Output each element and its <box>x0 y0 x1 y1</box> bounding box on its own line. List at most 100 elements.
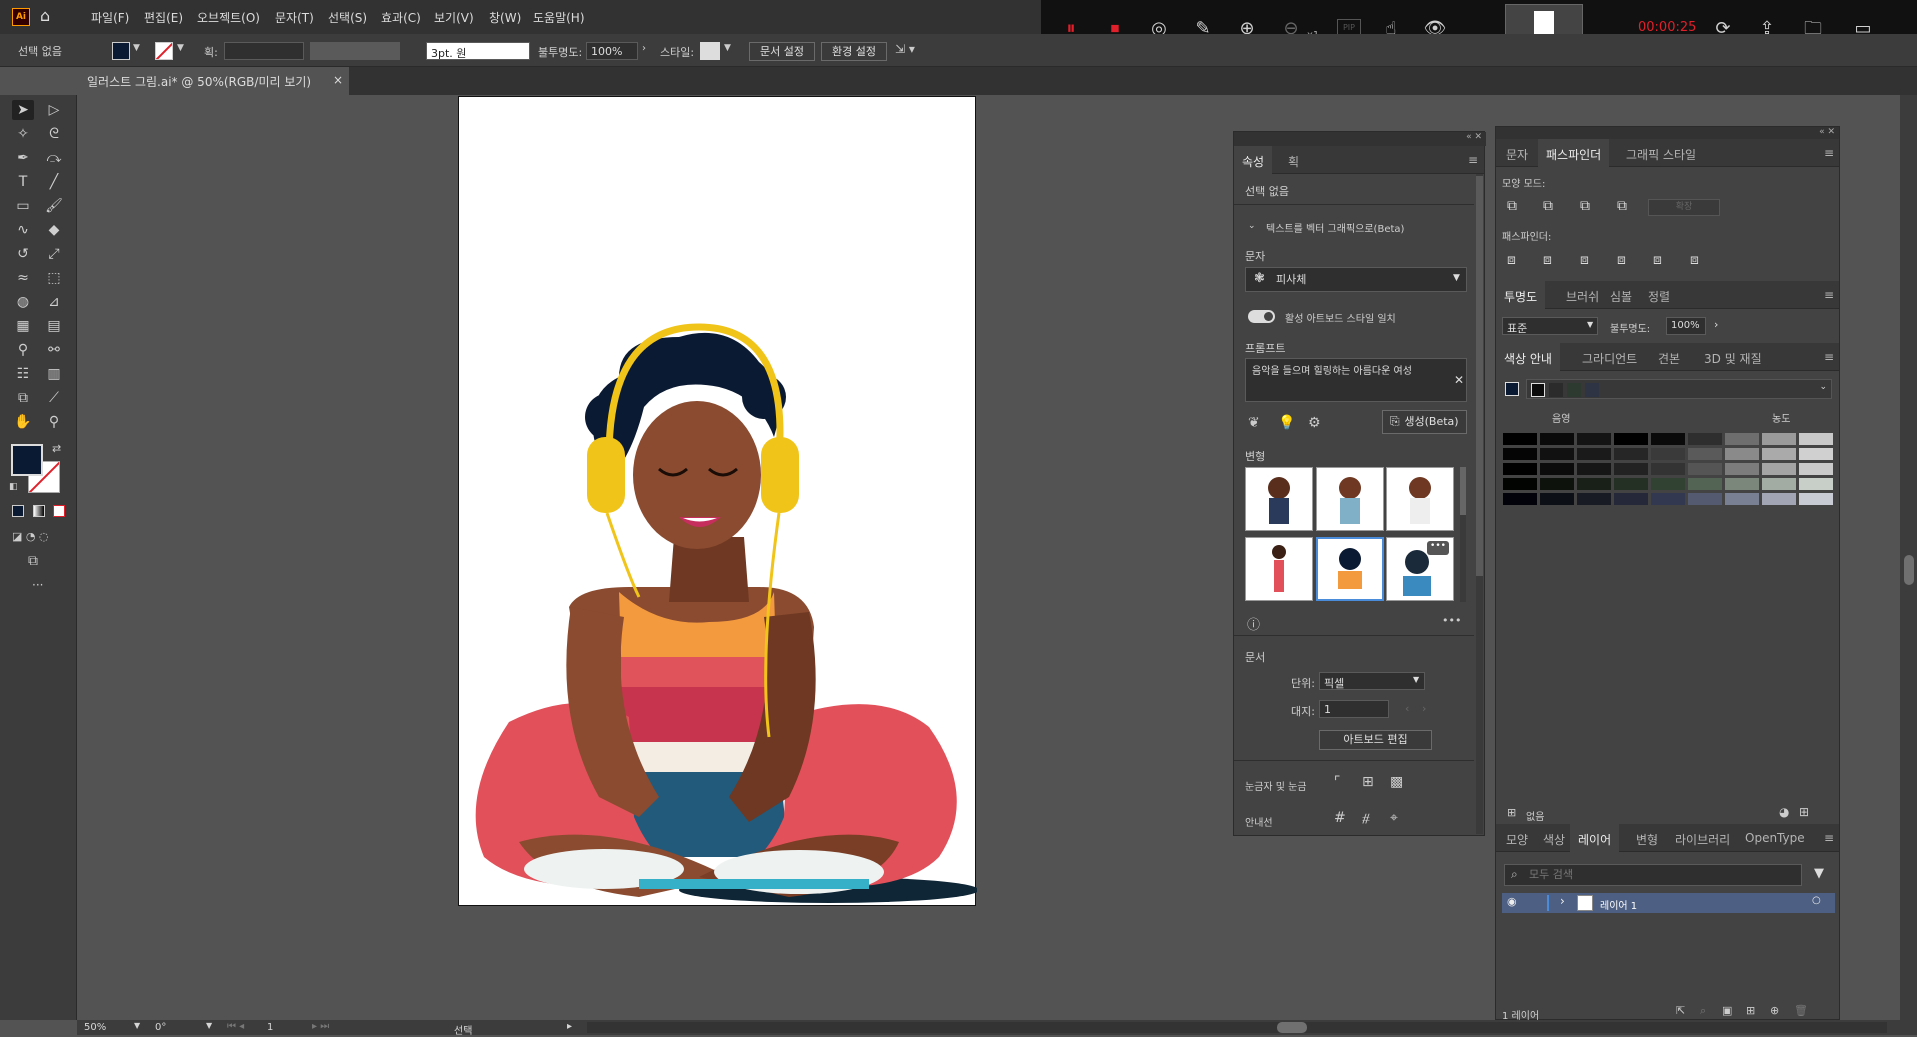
panel-menu-icon[interactable]: ≡ <box>1824 350 1834 364</box>
new-layer-icon[interactable]: ⊕ <box>1770 1004 1779 1017</box>
fill-color-box[interactable] <box>11 444 43 476</box>
tab-libraries[interactable]: 라이브러리 <box>1675 831 1730 848</box>
column-graph-icon[interactable]: ▥ <box>43 364 65 384</box>
color-mode-icon[interactable] <box>12 505 24 517</box>
trim-icon[interactable]: ⧈ <box>1543 252 1552 268</box>
tab-align[interactable]: 정렬 <box>1648 288 1670 305</box>
menu-select[interactable]: 선택(S) <box>328 9 367 26</box>
selection-tool-icon[interactable]: ➤ <box>12 100 34 120</box>
layer-search-input[interactable]: 모두 검색 <box>1504 864 1802 886</box>
default-colors-icon[interactable]: ◧ <box>9 482 18 492</box>
artboard[interactable] <box>458 96 977 906</box>
mesh-icon[interactable]: ▦ <box>12 316 34 336</box>
tab-3d-materials[interactable]: 3D 및 재질 <box>1704 350 1762 367</box>
tab-brushes[interactable]: 브러쉬 <box>1566 288 1599 305</box>
exclude-icon[interactable]: ⧉ <box>1617 198 1627 214</box>
tab-swatches[interactable]: 견본 <box>1658 350 1680 367</box>
more-icon[interactable]: ••• <box>1427 541 1449 555</box>
type-tool-icon[interactable]: T <box>12 172 34 192</box>
panel-menu-icon[interactable]: ≡ <box>1468 153 1478 167</box>
none-mode-icon[interactable] <box>53 505 65 517</box>
leaf-icon[interactable]: ❦ <box>1248 415 1260 431</box>
zoom-level[interactable]: 50% <box>84 1022 106 1033</box>
crop-icon[interactable]: ⧈ <box>1617 252 1626 268</box>
perspective-icon[interactable]: ⊿ <box>43 292 65 312</box>
more-options-icon[interactable]: ••• <box>1442 614 1461 627</box>
swatch-lib-icon[interactable]: ⊞ <box>1507 806 1516 819</box>
draw-normal-icon[interactable]: ◪ ◔ ◌ <box>12 530 49 543</box>
tab-symbols[interactable]: 심볼 <box>1610 288 1632 305</box>
lock-guides-icon[interactable]: ⧣ <box>1362 810 1370 826</box>
tab-color-guide[interactable]: 색상 안내 <box>1496 343 1560 371</box>
shape-builder-icon[interactable]: ◍ <box>12 292 34 312</box>
outline-icon[interactable]: ⧈ <box>1653 252 1662 268</box>
layer-name[interactable]: 레이어 1 <box>1600 897 1637 912</box>
chevron-left-icon[interactable]: ‹ <box>1405 702 1409 715</box>
menu-type[interactable]: 문자(T) <box>275 9 314 26</box>
swap-icon[interactable]: ⇄ <box>52 442 61 455</box>
close-icon[interactable]: × <box>333 73 343 87</box>
opacity-input[interactable]: 100% <box>1666 317 1706 335</box>
chevron-down-icon[interactable]: ⌄ <box>1248 221 1256 231</box>
direct-selection-tool-icon[interactable]: ▷ <box>43 100 65 120</box>
preferences-button[interactable]: 환경 설정 <box>821 42 887 61</box>
rotate-view[interactable]: 0° <box>155 1022 166 1033</box>
grid-icon[interactable]: ⊞ <box>1362 774 1374 790</box>
tab-layers[interactable]: 레이어 <box>1570 824 1620 852</box>
tab-pathfinder[interactable]: 패스파인더 <box>1538 139 1610 167</box>
variations-scrollbar[interactable] <box>1460 467 1466 602</box>
stroke-weight-input[interactable] <box>224 42 304 60</box>
chevron-down-icon[interactable]: ▼ <box>133 43 140 53</box>
tab-stroke[interactable]: 획 <box>1288 153 1299 170</box>
units-dropdown[interactable]: 픽셀 <box>1319 672 1425 690</box>
divide-icon[interactable]: ⧈ <box>1507 252 1516 268</box>
panel-menu-icon[interactable]: ≡ <box>1824 146 1834 160</box>
bulb-icon[interactable]: 💡 <box>1278 415 1295 431</box>
rectangle-tool-icon[interactable]: ▭ <box>12 196 34 216</box>
menu-object[interactable]: 오브젝트(O) <box>197 9 260 26</box>
menu-file[interactable]: 파일(F) <box>91 9 129 26</box>
opacity-input[interactable]: 100% <box>586 42 638 60</box>
status-menu-icon[interactable]: ▸ <box>567 1021 572 1032</box>
paintbrush-icon[interactable]: 🖌 <box>43 196 65 216</box>
rotate-icon[interactable]: ↺ <box>12 244 34 264</box>
minus-back-icon[interactable]: ⧈ <box>1690 252 1699 268</box>
variation-thumb-1[interactable] <box>1245 467 1313 531</box>
filter-icon[interactable]: ▼ <box>1814 866 1824 881</box>
width-tool-icon[interactable]: ≈ <box>12 268 34 288</box>
chevron-down-icon[interactable]: ▼ <box>206 1021 212 1030</box>
hand-icon[interactable]: ✋ <box>12 412 34 432</box>
chevron-right-icon[interactable]: › <box>1422 702 1426 715</box>
harmony-bar[interactable]: ⌄ <box>1526 379 1832 399</box>
tab-transform[interactable]: 변형 <box>1636 831 1658 848</box>
expand-button[interactable]: 확장 <box>1648 199 1720 216</box>
variation-thumb-5[interactable] <box>1316 537 1384 601</box>
stroke-swatch[interactable] <box>155 42 173 60</box>
gradient-mode-icon[interactable] <box>33 505 45 517</box>
variation-thumb-3[interactable] <box>1386 467 1454 531</box>
gear-icon[interactable]: ⚙ <box>1308 415 1321 431</box>
save-swatch-icon[interactable]: ⊞ <box>1799 805 1809 819</box>
minus-front-icon[interactable]: ⧉ <box>1543 198 1553 214</box>
eye-icon[interactable]: ◉ <box>1507 895 1517 908</box>
chevron-down-icon[interactable]: ▼ <box>177 43 184 53</box>
color-wheel-icon[interactable]: ◕ <box>1779 805 1789 819</box>
smart-guides-icon[interactable]: ⌖ <box>1390 810 1398 826</box>
layer-row[interactable]: ◉ › 레이어 1 ○ <box>1502 893 1835 913</box>
zoom-tool-icon[interactable]: ⚲ <box>43 412 65 432</box>
horizontal-scrollbar[interactable] <box>587 1022 1887 1033</box>
vertical-scrollbar[interactable] <box>1900 95 1917 1020</box>
screen-mode-icon[interactable]: ⧉ <box>28 553 38 569</box>
tab-transparency[interactable]: 투명도 <box>1496 281 1546 309</box>
tab-appearance[interactable]: 모양 <box>1506 831 1528 848</box>
blend-icon[interactable]: ⚯ <box>43 340 65 360</box>
make-clip-icon[interactable]: ▣ <box>1722 1004 1732 1017</box>
first-artboard-icon[interactable]: ⏮ ◂ <box>227 1021 244 1032</box>
info-icon[interactable]: ⓘ <box>1247 614 1260 633</box>
style-swatch[interactable] <box>700 42 720 60</box>
unite-icon[interactable]: ⧉ <box>1507 198 1517 214</box>
clear-icon[interactable]: ✕ <box>1454 373 1464 387</box>
menu-view[interactable]: 보기(V) <box>434 9 474 26</box>
tab-opentype[interactable]: OpenType <box>1745 831 1805 845</box>
tab-properties[interactable]: 속성 <box>1234 146 1273 174</box>
